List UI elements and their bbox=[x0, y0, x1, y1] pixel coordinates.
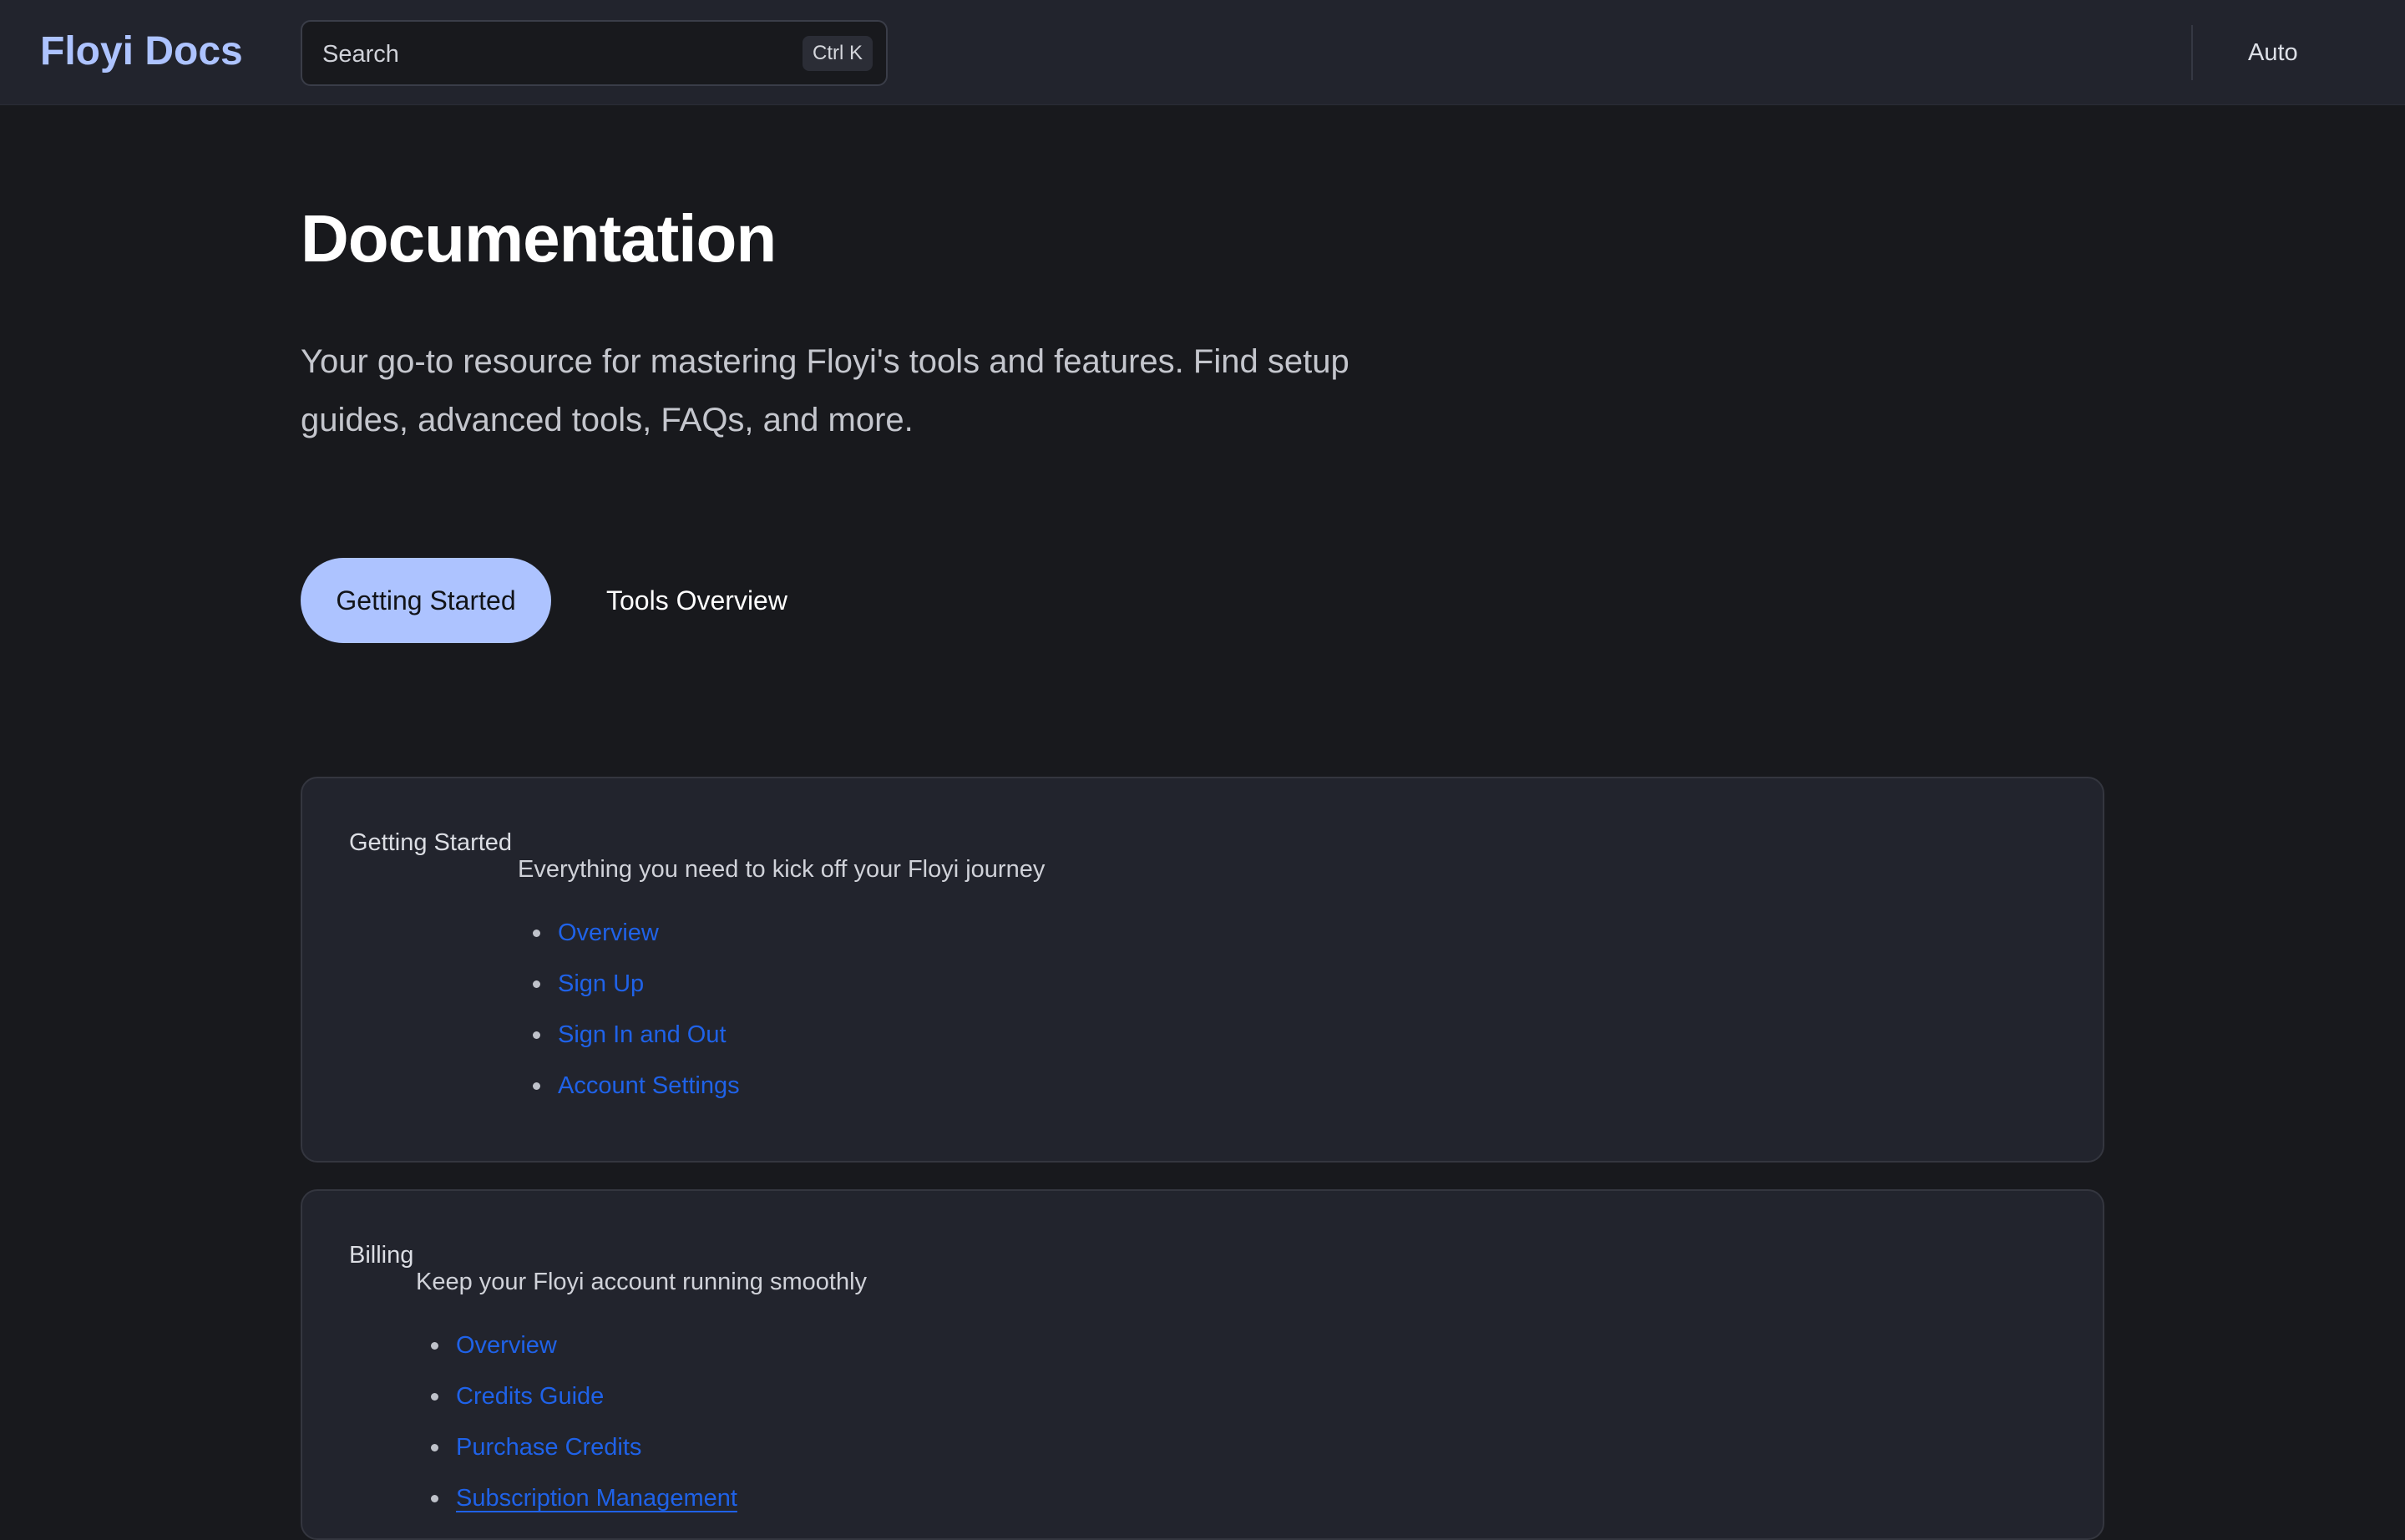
bullet-icon bbox=[431, 1444, 438, 1451]
bullet-icon bbox=[533, 930, 540, 937]
search-input[interactable]: Search Ctrl K bbox=[301, 20, 888, 86]
card-title: Billing bbox=[349, 1242, 414, 1269]
bullet-icon bbox=[431, 1495, 438, 1502]
page-subtitle: Your go-to resource for mastering Floyi'… bbox=[301, 343, 1349, 438]
tab-getting-started[interactable]: Getting Started bbox=[301, 558, 551, 643]
list-item: Account Settings bbox=[533, 1071, 740, 1122]
card-link-list: Overview Credits Guide Purchase Credits … bbox=[431, 1331, 737, 1535]
card-title: Getting Started bbox=[349, 829, 513, 856]
bullet-icon bbox=[533, 980, 540, 988]
card-link-list: Overview Sign Up Sign In and Out Account… bbox=[533, 919, 740, 1122]
link-purchase-credits[interactable]: Purchase Credits bbox=[456, 1434, 641, 1461]
link-overview[interactable]: Overview bbox=[558, 919, 659, 946]
topbar-divider bbox=[2191, 25, 2193, 80]
card-description: Everything you need to kick off your Flo… bbox=[518, 856, 1046, 883]
list-item: Sign In and Out bbox=[533, 1021, 740, 1071]
link-sign-up[interactable]: Sign Up bbox=[558, 970, 644, 997]
list-item: Purchase Credits bbox=[431, 1433, 737, 1484]
list-item: Sign Up bbox=[533, 970, 740, 1021]
search-shortcut-badge: Ctrl K bbox=[803, 36, 873, 71]
link-credits-guide[interactable]: Credits Guide bbox=[456, 1383, 604, 1410]
card-description: Keep your Floyi account running smoothly bbox=[416, 1269, 868, 1295]
bullet-icon bbox=[533, 1031, 540, 1039]
section-card-getting-started: Getting Started Everything you need to k… bbox=[301, 777, 2104, 1163]
section-card-billing: Billing Keep your Floyi account running … bbox=[301, 1189, 2104, 1540]
top-navigation-bar: Floyi Docs Search Ctrl K Auto bbox=[0, 0, 2405, 105]
bullet-icon bbox=[431, 1393, 438, 1401]
bullet-icon bbox=[533, 1082, 540, 1090]
search-placeholder: Search bbox=[322, 41, 399, 68]
tab-tools-overview[interactable]: Tools Overview bbox=[571, 558, 823, 643]
brand-logo-link[interactable]: Floyi Docs bbox=[40, 28, 243, 75]
link-billing-overview[interactable]: Overview bbox=[456, 1332, 557, 1359]
bullet-icon bbox=[431, 1342, 438, 1350]
link-account-settings[interactable]: Account Settings bbox=[558, 1072, 740, 1099]
list-item: Overview bbox=[533, 919, 740, 970]
list-item: Subscription Management bbox=[431, 1484, 737, 1535]
theme-toggle-button[interactable]: Auto bbox=[2226, 23, 2320, 82]
link-sign-in-and-out[interactable]: Sign In and Out bbox=[558, 1021, 727, 1048]
page-title: Documentation bbox=[301, 201, 777, 276]
link-subscription-management[interactable]: Subscription Management bbox=[456, 1485, 737, 1512]
list-item: Credits Guide bbox=[431, 1382, 737, 1433]
list-item: Overview bbox=[431, 1331, 737, 1382]
